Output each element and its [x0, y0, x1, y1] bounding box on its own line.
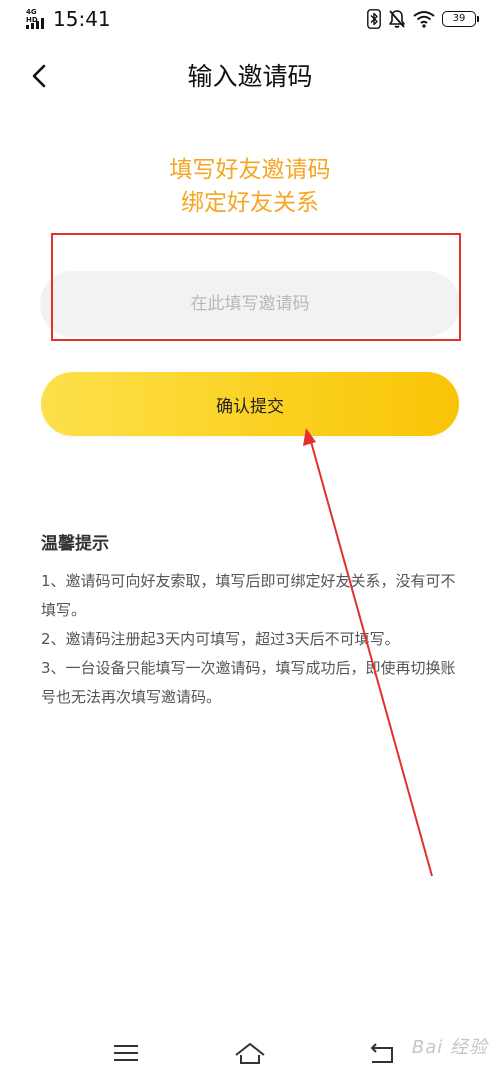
headline-line-1: 填写好友邀请码 — [169, 157, 331, 183]
battery-indicator: 39 — [442, 11, 479, 27]
nav-home-button[interactable] — [232, 1038, 268, 1068]
tip-item-2: 2、邀请码注册起3天内可填写，超过3天后不可填写。 — [41, 630, 400, 648]
status-bar: 4G HD 15:41 39 — [0, 0, 500, 40]
annotation-highlight-box — [51, 233, 461, 341]
signal-icon — [26, 18, 44, 29]
headline: 填写好友邀请码 绑定好友关系 — [0, 154, 500, 220]
tip-item-3: 3、一台设备只能填写一次邀请码，填写成功后，即使再切换账号也无法再次填写邀请码。 — [41, 659, 456, 706]
return-icon — [370, 1043, 393, 1063]
nav-menu-button[interactable] — [108, 1038, 144, 1068]
home-icon — [235, 1043, 265, 1064]
title-bar: 输入邀请码 — [0, 52, 500, 102]
wifi-icon — [413, 11, 435, 28]
signal-indicator: 4G HD — [26, 8, 48, 30]
watermark: Bai 经验 — [411, 1037, 488, 1058]
headline-line-2: 绑定好友关系 — [181, 190, 319, 216]
page-title: 输入邀请码 — [187, 62, 313, 91]
battery-level: 39 — [452, 13, 466, 24]
tips-title: 温馨提示 — [41, 534, 109, 554]
mute-icon — [389, 10, 405, 28]
clock: 15:41 — [53, 7, 111, 31]
status-icons: 39 — [367, 9, 479, 29]
submit-button[interactable]: 确认提交 — [41, 372, 459, 436]
menu-icon — [114, 1045, 138, 1061]
tips-list: 1、邀请码可向好友索取，填写后即可绑定好友关系，没有可不填写。 2、邀请码注册起… — [41, 567, 461, 712]
invite-code-screen: 4G HD 15:41 39 输入邀请码 填写好友邀请码 绑定好友关系 在此填写… — [0, 0, 500, 1084]
bluetooth-icon — [367, 9, 381, 29]
tip-item-1: 1、邀请码可向好友索取，填写后即可绑定好友关系，没有可不填写。 — [41, 572, 456, 619]
nav-back-button[interactable] — [364, 1038, 400, 1068]
